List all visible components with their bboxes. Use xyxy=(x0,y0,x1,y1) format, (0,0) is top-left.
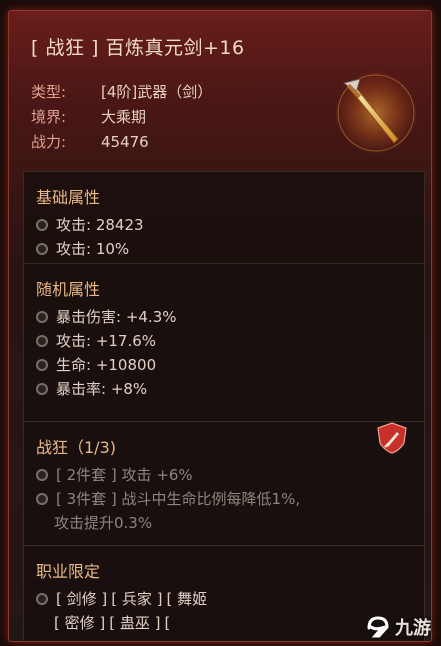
set-bonus-section: 战狂（1/3) [ 2件套 ] 攻击 +6% [ 3件套 ] 战斗中生命比例每降… xyxy=(23,421,425,547)
bullet-icon xyxy=(36,468,48,481)
item-realm-row: 境界: 大乘期 xyxy=(31,106,146,127)
class-tag-dancer: [ 舞姬 xyxy=(166,590,208,608)
base-attr-attack-percent: 攻击: 10% xyxy=(36,238,129,259)
set-shield-badge-icon xyxy=(377,422,407,454)
watermark-text: 九游 xyxy=(395,618,431,639)
random-attr-hp: 生命: +10800 xyxy=(36,354,156,375)
set-bonus-title: 战狂（1/3) xyxy=(36,438,116,457)
sword-icon xyxy=(334,71,418,155)
random-attributes-section: 随机属性 暴击伤害: +4.3% 攻击: +17.6% 生命: +10800 暴… xyxy=(23,263,425,423)
class-tag-soldier: [ 兵家 ] xyxy=(111,590,163,608)
random-attr-crit-damage: 暴击伤害: +4.3% xyxy=(36,306,177,327)
bullet-icon xyxy=(36,310,48,323)
base-attributes-title: 基础属性 xyxy=(36,188,101,207)
item-title: [ 战狂 ] 百炼真元剑+16 xyxy=(31,37,245,59)
random-attr-attack: 攻击: +17.6% xyxy=(36,330,156,351)
item-realm-value: 大乘期 xyxy=(101,108,147,126)
item-power-label: 战力: xyxy=(31,133,67,151)
class-limit-title: 职业限定 xyxy=(36,562,101,581)
tooltip-header: [ 战狂 ] 百炼真元剑+16 类型: [4阶]武器（剑） 境界: 大乘期 战力: 4… xyxy=(9,11,431,171)
base-attributes-section: 基础属性 攻击: 28423 攻击: 10% xyxy=(23,171,425,265)
bullet-icon xyxy=(36,592,48,605)
class-tag-mystic: [ 密修 ] xyxy=(54,614,106,632)
set-bonus-2-piece: [ 2件套 ] 攻击 +6% xyxy=(36,464,193,485)
set-bonus-3-piece: [ 3件套 ] 战斗中生命比例每降低1%, xyxy=(36,488,300,509)
random-attr-crit-rate: 暴击率: +8% xyxy=(36,378,147,399)
item-type-value: [4阶]武器（剑） xyxy=(101,83,213,101)
class-tag-gu-shaman: [ 蛊巫 ] xyxy=(109,614,161,632)
item-power-row: 战力: 45476 xyxy=(31,131,149,152)
bullet-icon xyxy=(36,492,48,505)
item-type-row: 类型: [4阶]武器（剑） xyxy=(31,81,212,102)
random-attributes-title: 随机属性 xyxy=(36,280,101,299)
set-bonus-3-piece-cont: 攻击提升0.3% xyxy=(54,514,153,532)
bullet-icon xyxy=(36,218,48,231)
base-attr-attack: 攻击: 28423 xyxy=(36,214,144,235)
item-type-label: 类型: xyxy=(31,83,67,101)
class-tag-sword: [ 剑修 ] xyxy=(56,590,108,608)
class-limit-row-2: [ 密修 ] [ 蛊巫 ] [ xyxy=(54,612,174,633)
item-realm-label: 境界: xyxy=(31,108,67,126)
class-tag-more: [ xyxy=(164,613,171,632)
bullet-icon xyxy=(36,358,48,371)
nine-game-logo-icon xyxy=(367,616,389,638)
item-power-value: 45476 xyxy=(101,133,149,151)
bullet-icon xyxy=(36,382,48,395)
class-limit-row-1: [ 剑修 ] [ 兵家 ] [ 舞姬 xyxy=(36,588,211,609)
bullet-icon xyxy=(36,242,48,255)
item-tooltip: [ 战狂 ] 百炼真元剑+16 类型: [4阶]武器（剑） 境界: 大乘期 战力: 4… xyxy=(8,10,432,642)
site-watermark: 九游 xyxy=(365,614,431,640)
bullet-icon xyxy=(36,334,48,347)
